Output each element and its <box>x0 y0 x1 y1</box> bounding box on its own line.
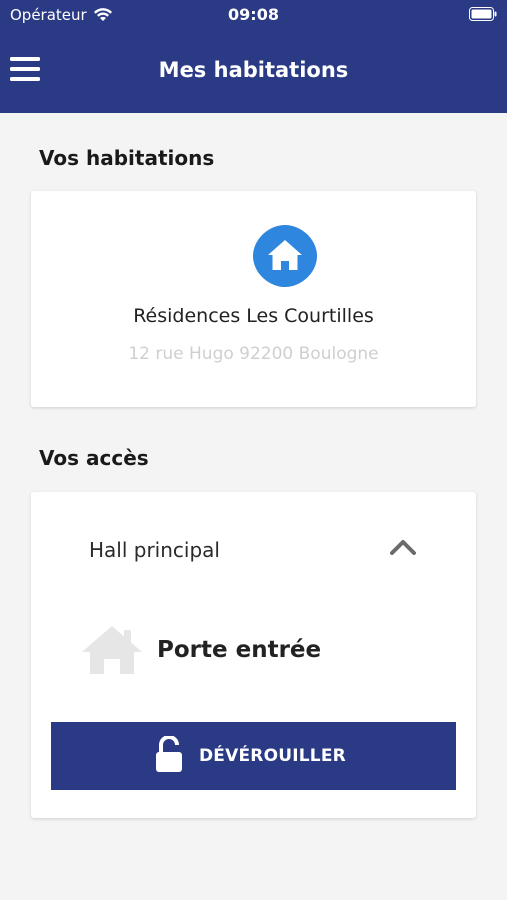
access-section-title: Vos accès <box>39 446 149 470</box>
unlock-button[interactable]: DÉVÉROUILLER <box>51 722 456 790</box>
status-bar: Opérateur 09:08 <box>0 0 507 30</box>
chevron-up-icon[interactable] <box>389 536 417 558</box>
battery-icon <box>469 7 497 21</box>
screen: Opérateur 09:08 Mes habitations Vos habi… <box>0 0 507 900</box>
residence-address: 12 rue Hugo 92200 Boulogne <box>128 344 379 364</box>
door-name: Porte entrée <box>157 637 322 663</box>
residence-card[interactable]: Résidences Les Courtilles 12 rue Hugo 92… <box>31 191 476 407</box>
access-group-label[interactable]: Hall principal <box>89 538 220 562</box>
habitations-section-title: Vos habitations <box>39 146 215 170</box>
unlock-button-label: DÉVÉROUILLER <box>199 746 346 766</box>
home-icon <box>253 225 317 287</box>
page-title: Mes habitations <box>158 58 349 82</box>
residence-name: Résidences Les Courtilles <box>133 305 374 327</box>
house-icon <box>82 626 142 674</box>
access-card: Hall principal Porte entrée DÉVÉROUILLER <box>31 492 476 818</box>
unlock-icon <box>156 736 182 772</box>
status-time: 09:08 <box>228 5 279 24</box>
app-header: Opérateur 09:08 Mes habitations <box>0 0 507 113</box>
